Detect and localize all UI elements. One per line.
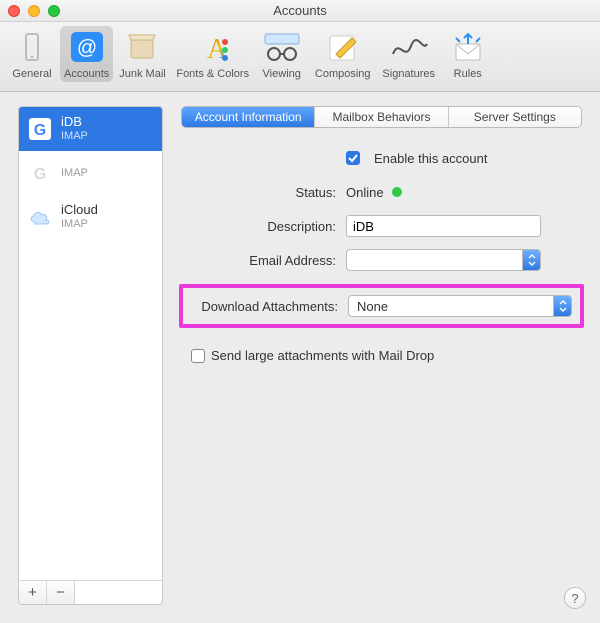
description-input[interactable] <box>346 215 541 237</box>
chevron-updown-icon <box>522 250 540 270</box>
toolbar-viewing[interactable]: Viewing <box>256 26 308 82</box>
toolbar-label: Viewing <box>263 68 301 80</box>
email-select[interactable] <box>346 249 541 271</box>
help-button[interactable]: ? <box>564 587 586 609</box>
accounts-sidebar: G iDB IMAP G IMAP <box>18 106 163 605</box>
signature-icon <box>387 30 431 66</box>
account-row-2[interactable]: G IMAP <box>19 151 162 195</box>
toolbar-rules[interactable]: Rules <box>442 26 494 82</box>
account-type: IMAP <box>61 218 98 231</box>
toolbar-label: Signatures <box>382 68 435 80</box>
maildrop-checkbox[interactable] <box>191 349 205 363</box>
svg-text:G: G <box>34 166 46 183</box>
window-title: Accounts <box>0 3 600 18</box>
toolbar-junk[interactable]: Junk Mail <box>115 26 169 82</box>
preferences-toolbar: General @ Accounts Junk Mail A Fonts & C… <box>0 22 600 92</box>
account-type: IMAP <box>61 130 88 143</box>
phone-icon <box>10 30 54 66</box>
toolbar-composing[interactable]: Composing <box>310 26 376 82</box>
toolbar-label: Rules <box>454 68 482 80</box>
toolbar-label: General <box>12 68 51 80</box>
chevron-updown-icon <box>553 296 571 316</box>
download-attachments-select[interactable]: None <box>348 295 572 317</box>
account-row-idb[interactable]: G iDB IMAP <box>19 107 162 151</box>
account-type: IMAP <box>61 167 88 180</box>
fonts-icon: A <box>191 30 235 66</box>
tab-server-settings[interactable]: Server Settings <box>449 107 581 127</box>
google-icon: G <box>27 116 53 142</box>
email-label: Email Address: <box>181 253 346 268</box>
status-label: Status: <box>181 185 346 200</box>
account-name: iCloud <box>61 203 98 218</box>
toolbar-label: Fonts & Colors <box>176 68 249 80</box>
glasses-icon <box>260 30 304 66</box>
toolbar-signatures[interactable]: Signatures <box>378 26 440 82</box>
toolbar-label: Composing <box>315 68 371 80</box>
account-tabs: Account Information Mailbox Behaviors Se… <box>181 106 582 128</box>
compose-icon <box>321 30 365 66</box>
account-detail-pane: Account Information Mailbox Behaviors Se… <box>181 106 582 605</box>
at-sign-icon: @ <box>65 30 109 66</box>
download-attachments-value: None <box>357 299 388 314</box>
svg-text:G: G <box>34 122 46 139</box>
enable-account-label: Enable this account <box>374 151 487 166</box>
download-label: Download Attachments: <box>183 299 348 314</box>
add-account-button[interactable]: + <box>19 581 47 604</box>
toolbar-fonts[interactable]: A Fonts & Colors <box>172 26 254 82</box>
trash-icon <box>120 30 164 66</box>
toolbar-accounts[interactable]: @ Accounts <box>60 26 113 82</box>
toolbar-general[interactable]: General <box>6 26 58 82</box>
description-label: Description: <box>181 219 346 234</box>
status-value: Online <box>346 185 384 200</box>
icloud-icon <box>27 204 53 230</box>
titlebar: Accounts <box>0 0 600 22</box>
rules-icon <box>446 30 490 66</box>
enable-account-checkbox[interactable] <box>346 151 360 165</box>
tab-account-information[interactable]: Account Information <box>182 107 315 127</box>
toolbar-label: Junk Mail <box>119 68 165 80</box>
google-icon: G <box>27 160 53 186</box>
help-icon: ? <box>571 591 578 606</box>
svg-text:@: @ <box>76 37 96 59</box>
tab-mailbox-behaviors[interactable]: Mailbox Behaviors <box>315 107 448 127</box>
download-attachments-highlight: Download Attachments: None <box>179 284 584 328</box>
remove-account-button[interactable]: − <box>47 581 75 604</box>
account-row-icloud[interactable]: iCloud IMAP <box>19 195 162 239</box>
account-name: iDB <box>61 115 88 130</box>
maildrop-label: Send large attachments with Mail Drop <box>211 348 434 363</box>
status-online-icon <box>392 187 402 197</box>
toolbar-label: Accounts <box>64 68 109 80</box>
